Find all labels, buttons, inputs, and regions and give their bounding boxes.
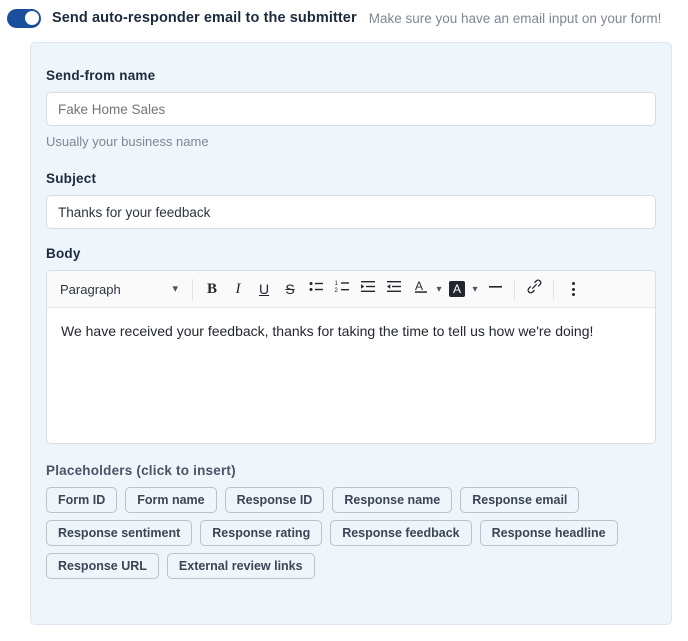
placeholder-chip[interactable]: Response email (460, 487, 579, 513)
send-from-name-label: Send-from name (46, 68, 656, 83)
placeholder-chip[interactable]: Form name (125, 487, 216, 513)
text-color-button[interactable]: A (410, 276, 432, 302)
highlight-color-chevron-down-icon[interactable]: ▾ (468, 276, 482, 302)
editor-toolbar: Paragraph ▾ B I U S (47, 271, 655, 308)
placeholder-chip[interactable]: Response feedback (330, 520, 471, 546)
bullet-list-button[interactable] (303, 276, 329, 302)
underline-icon: U (259, 281, 269, 297)
toolbar-divider-2 (514, 279, 515, 300)
numbered-list-button[interactable]: 1 2 (329, 276, 355, 302)
underline-button[interactable]: U (251, 276, 277, 302)
auto-responder-header: Send auto-responder email to the submitt… (0, 0, 688, 32)
body-editor-content[interactable]: We have received your feedback, thanks f… (47, 308, 655, 443)
bullet-list-icon (308, 278, 325, 300)
subject-label: Subject (46, 171, 656, 186)
placeholder-chip[interactable]: Form ID (46, 487, 117, 513)
horizontal-rule-icon (487, 278, 504, 300)
svg-text:1: 1 (334, 281, 338, 287)
placeholder-chip[interactable]: Response name (332, 487, 452, 513)
placeholder-chip[interactable]: External review links (167, 553, 315, 579)
indent-icon (360, 278, 377, 300)
placeholders-title: Placeholders (click to insert) (46, 463, 656, 478)
placeholder-chip[interactable]: Response ID (225, 487, 325, 513)
highlight-color-button[interactable]: A (446, 276, 468, 302)
outdent-button[interactable] (381, 276, 407, 302)
chevron-down-icon: ▾ (172, 284, 178, 295)
rich-text-editor: Paragraph ▾ B I U S (46, 270, 656, 444)
link-icon (526, 278, 543, 300)
indent-button[interactable] (355, 276, 381, 302)
block-format-select[interactable]: Paragraph ▾ (51, 274, 186, 304)
strikethrough-button[interactable]: S (277, 276, 303, 302)
text-color-icon: A (413, 278, 430, 300)
strikethrough-icon: S (285, 281, 294, 297)
bold-button[interactable]: B (199, 276, 225, 302)
toolbar-divider (192, 279, 193, 300)
placeholder-chip[interactable]: Response rating (200, 520, 322, 546)
highlight-icon: A (449, 281, 465, 297)
svg-text:2: 2 (334, 288, 338, 294)
auto-responder-hint: Make sure you have an email input on you… (369, 11, 662, 26)
placeholder-chip[interactable]: Response URL (46, 553, 159, 579)
italic-icon: I (236, 281, 241, 298)
bold-icon: B (207, 281, 217, 298)
send-from-name-input[interactable] (46, 92, 656, 126)
placeholder-chip[interactable]: Response headline (480, 520, 618, 546)
horizontal-rule-button[interactable] (482, 276, 508, 302)
toolbar-divider-3 (553, 279, 554, 300)
placeholder-chip[interactable]: Response sentiment (46, 520, 192, 546)
svg-text:A: A (415, 279, 423, 293)
auto-responder-toggle[interactable] (7, 9, 41, 28)
subject-input[interactable] (46, 195, 656, 229)
more-options-icon (572, 282, 575, 296)
toggle-knob (25, 11, 39, 25)
block-format-value: Paragraph (60, 282, 121, 297)
outdent-icon (386, 278, 403, 300)
auto-responder-title: Send auto-responder email to the submitt… (52, 10, 357, 26)
send-from-name-help: Usually your business name (46, 134, 656, 149)
link-button[interactable] (521, 276, 547, 302)
text-color-chevron-down-icon[interactable]: ▾ (432, 276, 446, 302)
auto-responder-panel: Send-from name Usually your business nam… (30, 42, 672, 625)
body-label: Body (46, 246, 656, 261)
placeholder-chip-list: Form ID Form name Response ID Response n… (46, 487, 656, 579)
numbered-list-icon: 1 2 (334, 278, 351, 300)
more-options-button[interactable] (560, 276, 586, 302)
italic-button[interactable]: I (225, 276, 251, 302)
